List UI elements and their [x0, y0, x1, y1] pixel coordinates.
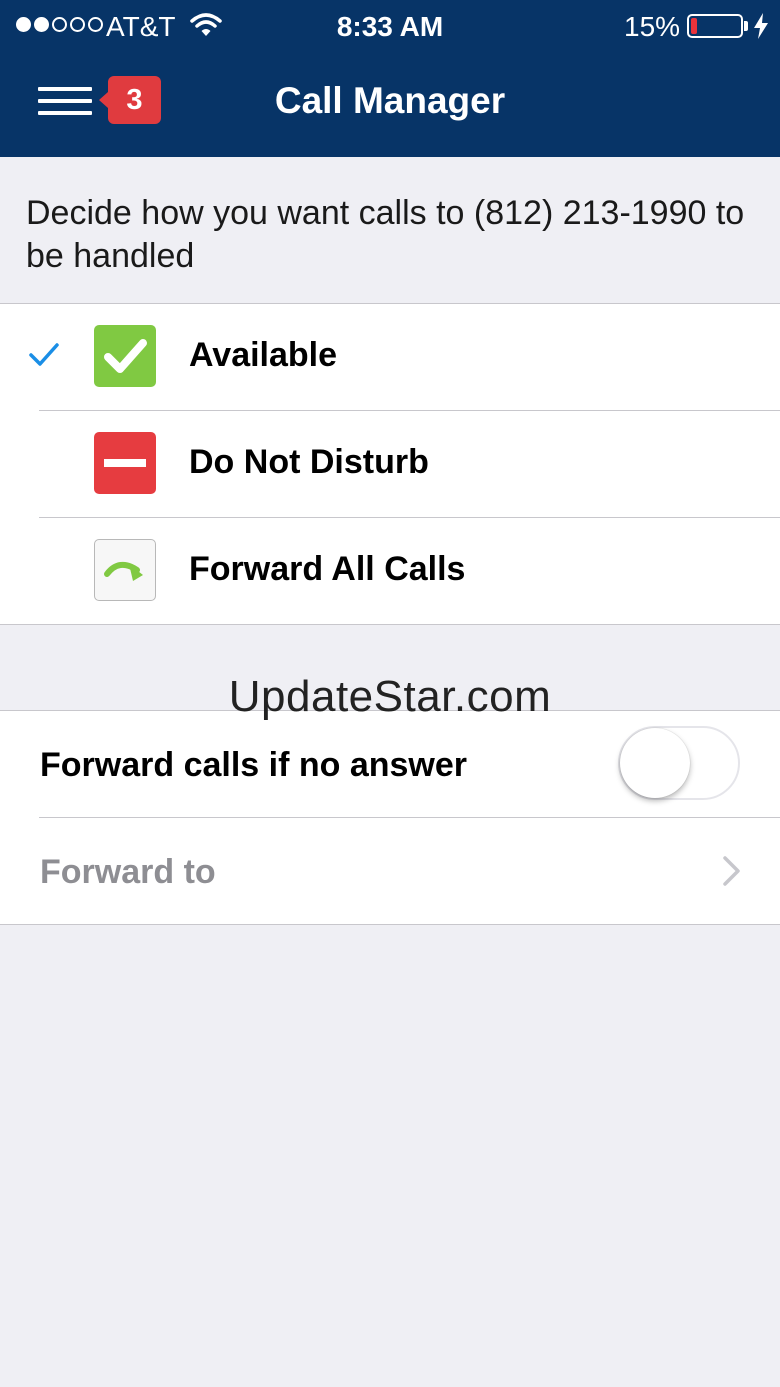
forward-no-answer-toggle[interactable]: [618, 726, 740, 800]
selected-checkmark-icon: [29, 343, 59, 366]
status-option-do-not-disturb[interactable]: Do Not Disturb: [0, 411, 780, 518]
nav-bar: 3 Call Manager: [0, 52, 780, 157]
toggle-knob: [620, 728, 690, 798]
forward-to-label: Forward to: [40, 853, 216, 891]
status-option-forward-all-calls[interactable]: Forward All Calls: [0, 518, 780, 625]
watermark-text: UpdateStar.com: [228, 672, 552, 721]
app-header: AT&T 8:33 AM 15% 3 Call Manager: [0, 0, 780, 157]
status-option-label: Forward All Calls: [189, 550, 466, 588]
battery-icon: [687, 14, 743, 38]
available-check-icon: [94, 325, 156, 387]
forwarding-settings: Forward calls if no answer Forward to: [0, 710, 780, 925]
forward-no-answer-row: Forward calls if no answer: [0, 711, 780, 818]
charging-bolt-icon: [754, 13, 768, 39]
battery-percent: 15%: [624, 11, 681, 42]
forward-to-row[interactable]: Forward to: [0, 818, 780, 925]
status-option-label: Available: [189, 336, 338, 374]
page-title: Call Manager: [274, 80, 506, 121]
do-not-disturb-icon: [94, 432, 156, 494]
call-status-list: Available Do Not Disturb Forward All Cal…: [0, 303, 780, 625]
status-option-label: Do Not Disturb: [189, 443, 429, 481]
forward-no-answer-label: Forward calls if no answer: [40, 746, 468, 784]
status-bar: AT&T 8:33 AM 15%: [0, 0, 780, 52]
call-handling-description: Decide how you want calls to (812) 213-1…: [26, 194, 745, 275]
battery-tip: [744, 21, 748, 31]
forward-arrow-icon: [94, 539, 156, 601]
chevron-right-icon: [723, 856, 740, 886]
status-option-available[interactable]: Available: [0, 304, 780, 411]
